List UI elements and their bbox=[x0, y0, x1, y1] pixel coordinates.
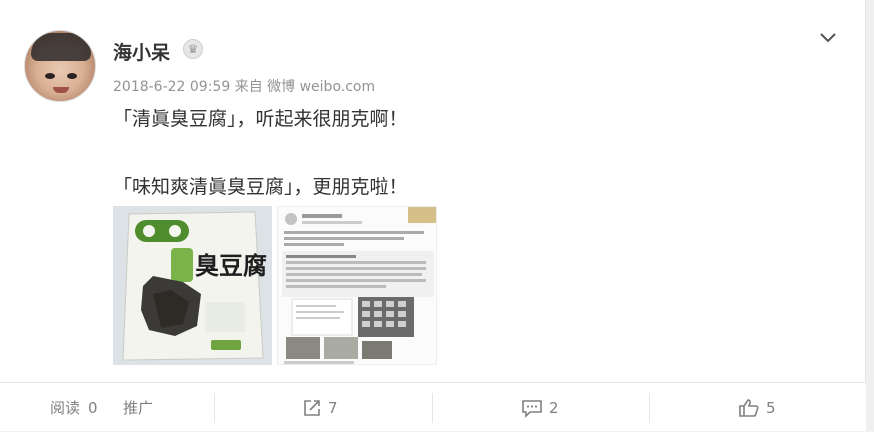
crown-icon[interactable]: ♛ bbox=[183, 39, 203, 59]
repost-icon bbox=[304, 399, 320, 416]
comment-button[interactable]: 2 bbox=[521, 383, 559, 432]
promote-label: 推广 bbox=[123, 399, 154, 417]
post-meta: 2018-6-22 09:59 来自 微博 weibo.com bbox=[113, 76, 375, 96]
promote-button[interactable]: 推广 bbox=[123, 383, 153, 432]
comment-count: 2 bbox=[549, 398, 559, 417]
post-text-line-1: 「清眞臭豆腐」，听起来很朋克啊！ bbox=[113, 108, 408, 130]
scrollbar[interactable] bbox=[866, 0, 874, 431]
repost-button[interactable]: 7 bbox=[302, 383, 338, 432]
avatar[interactable] bbox=[24, 30, 96, 102]
read-count: 阅读 0 bbox=[50, 383, 98, 432]
like-count: 5 bbox=[766, 398, 776, 417]
post-timestamp[interactable]: 2018-6-22 09:59 bbox=[113, 79, 230, 95]
repost-count: 7 bbox=[328, 398, 338, 417]
post-image-1[interactable]: 臭豆腐 bbox=[113, 206, 272, 365]
post-text-line-2: 「味知爽清眞臭豆腐」，更朋克啦！ bbox=[113, 176, 408, 198]
read-label: 阅读 bbox=[50, 399, 81, 417]
weibo-screenshot-photo bbox=[278, 207, 436, 364]
divider bbox=[214, 393, 215, 423]
source-prefix: 来自 bbox=[234, 79, 263, 95]
post-source[interactable]: 微博 weibo.com bbox=[267, 79, 375, 95]
like-button[interactable]: 5 bbox=[738, 383, 776, 432]
comment-icon bbox=[522, 399, 542, 418]
divider bbox=[649, 393, 650, 423]
username[interactable]: 海小呆 bbox=[113, 38, 170, 65]
read-count-value: 0 bbox=[88, 398, 98, 417]
post-image-2[interactable] bbox=[277, 206, 437, 365]
thumbs-up-icon bbox=[739, 398, 759, 417]
chevron-down-icon[interactable] bbox=[818, 30, 838, 46]
weibo-post-card: 海小呆 ♛ 2018-6-22 09:59 来自 微博 weibo.com 「清… bbox=[0, 0, 866, 431]
tofu-package-photo: 臭豆腐 bbox=[113, 206, 272, 365]
divider bbox=[432, 393, 433, 423]
post-action-bar: 阅读 0 推广 7 2 5 bbox=[0, 382, 866, 431]
package-title-char-1: 臭豆腐 bbox=[195, 252, 267, 280]
